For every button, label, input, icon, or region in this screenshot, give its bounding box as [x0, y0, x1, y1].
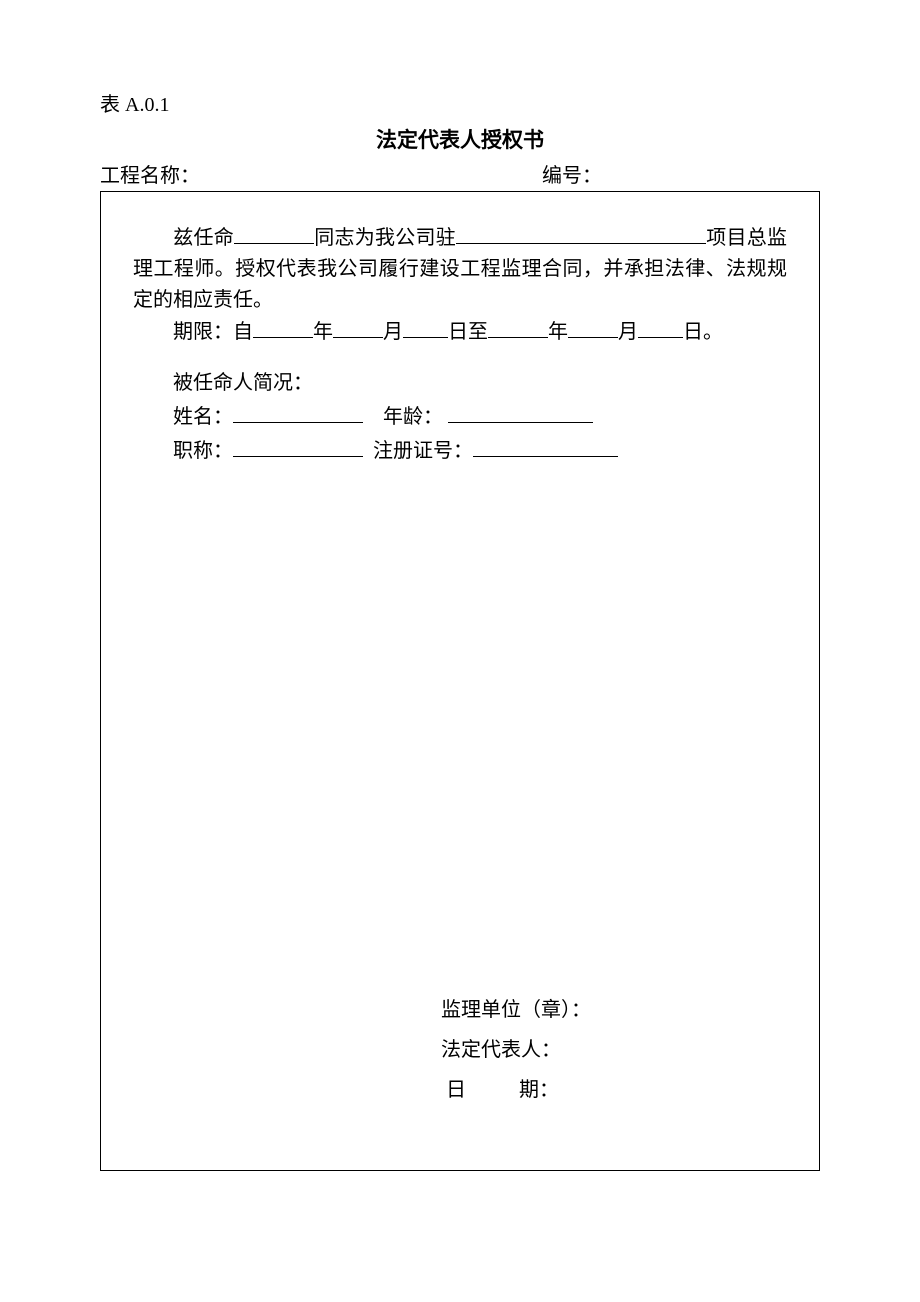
blank-jobtitle[interactable]	[233, 435, 363, 457]
text-year1: 年	[313, 321, 333, 343]
text-year2: 年	[548, 321, 568, 343]
blank-to-day[interactable]	[638, 316, 683, 338]
header-row: 工程名称： 编号：	[100, 161, 820, 191]
form-box: 兹任命同志为我公司驻项目总监理工程师。授权代表我公司履行建设工程监理合同，并承担…	[100, 191, 820, 1171]
period-line: 期限：自 年 月 日至 年 月 日。	[133, 316, 787, 348]
blank-name[interactable]	[233, 401, 363, 423]
text-month2: 月	[618, 321, 638, 343]
blank-to-year[interactable]	[488, 316, 548, 338]
serial-number-label: 编号：	[532, 161, 820, 191]
legal-rep-label: 法定代表人：	[441, 1030, 591, 1070]
blank-from-day[interactable]	[403, 316, 448, 338]
blank-from-year[interactable]	[253, 316, 313, 338]
text-day-end: 日。	[683, 321, 723, 343]
signature-block: 监理单位（章）： 法定代表人： 日期：	[441, 990, 591, 1110]
jobtitle-label: 职称：	[173, 440, 233, 462]
title-reg-row: 职称： 注册证号：	[133, 435, 787, 467]
blank-from-month[interactable]	[333, 316, 383, 338]
blank-regno[interactable]	[473, 435, 618, 457]
appointment-paragraph: 兹任命同志为我公司驻项目总监理工程师。授权代表我公司履行建设工程监理合同，并承担…	[133, 222, 787, 316]
name-age-row: 姓名： 年龄：	[133, 401, 787, 433]
text-month1: 月	[383, 321, 403, 343]
regno-label: 注册证号：	[373, 440, 473, 462]
org-seal-label: 监理单位（章）：	[441, 990, 591, 1030]
text-appoint-mid: 同志为我公司驻	[314, 227, 456, 249]
document-title: 法定代表人授权书	[100, 125, 820, 157]
name-label: 姓名：	[173, 406, 233, 428]
text-appoint-pre: 兹任命	[173, 227, 234, 249]
brief-label-line: 被任命人简况：	[133, 368, 787, 399]
text-day-to: 日至	[448, 321, 488, 343]
blank-age[interactable]	[448, 401, 593, 423]
project-name-label: 工程名称：	[100, 161, 532, 191]
blank-project[interactable]	[456, 222, 706, 244]
brief-label: 被任命人简况：	[173, 372, 313, 394]
blank-appointee-name[interactable]	[234, 222, 314, 244]
text-period-pre: 期限：自	[173, 321, 253, 343]
age-label: 年龄：	[383, 406, 443, 428]
date-label: 日期：	[441, 1070, 591, 1110]
blank-to-month[interactable]	[568, 316, 618, 338]
table-id: 表 A.0.1	[100, 90, 820, 120]
